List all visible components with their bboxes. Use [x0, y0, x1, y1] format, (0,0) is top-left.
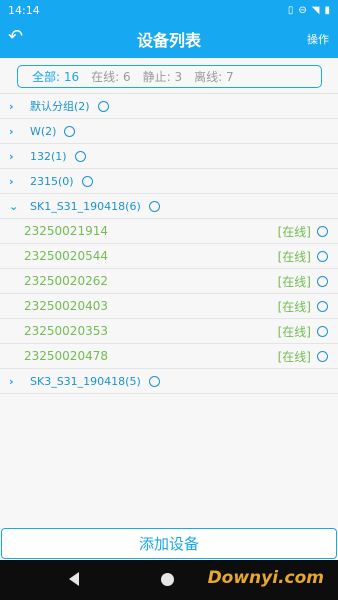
back-arrow-icon[interactable]: ↶ [8, 28, 23, 46]
select-circle-icon[interactable] [81, 175, 93, 187]
select-circle-icon[interactable] [317, 300, 328, 312]
device-list: › 默认分组(2) › W(2) › 132(1) › 2315(0) ⌄ SK… [0, 94, 338, 394]
filter-all[interactable]: 全部: 16 [32, 68, 79, 85]
group-name: 默认分组(2) [30, 100, 90, 113]
device-row[interactable]: 23250020478 [在线] [0, 344, 338, 369]
device-row[interactable]: 23250020544 [在线] [0, 244, 338, 269]
filter-offline[interactable]: 离线: 7 [194, 68, 234, 85]
device-id: 23250020353 [24, 324, 108, 338]
select-circle-icon[interactable] [148, 200, 160, 212]
page-title: 设备列表 [136, 31, 201, 50]
chevron-right-icon: › [9, 174, 14, 188]
group-row-sk1[interactable]: ⌄ SK1_S31_190418(6) [0, 194, 338, 219]
operate-button[interactable]: 操作 [307, 31, 329, 47]
chevron-down-icon: ⌄ [9, 199, 19, 213]
select-circle-icon[interactable] [317, 250, 328, 262]
status-time: 14:14 [8, 3, 40, 17]
battery-icon: ▮ [324, 4, 330, 16]
device-status: [在线] [277, 324, 311, 339]
select-circle-icon[interactable] [317, 350, 328, 362]
group-row-w[interactable]: › W(2) [0, 119, 338, 144]
add-device-button[interactable]: 添加设备 [1, 528, 337, 559]
device-status: [在线] [277, 299, 311, 314]
group-name: SK1_S31_190418(6) [30, 199, 141, 213]
select-circle-icon[interactable] [64, 125, 76, 137]
group-name: 132(1) [30, 149, 67, 163]
group-row-sk3[interactable]: › SK3_S31_190418(5) [0, 369, 338, 394]
nav-home-icon[interactable] [161, 573, 174, 586]
wifi-icon: ◥ [311, 4, 320, 16]
device-id: 23250020544 [24, 249, 108, 263]
minus-circle-icon: ⊖ [298, 4, 307, 16]
group-row-2315[interactable]: › 2315(0) [0, 169, 338, 194]
status-icons: ▯ ⊖ ◥ ▮ [288, 5, 330, 16]
device-id: 23250020403 [24, 299, 108, 313]
select-circle-icon[interactable] [317, 275, 328, 287]
status-filter: 全部: 16 在线: 6 静止: 3 离线: 7 [17, 65, 322, 88]
filter-bar: 全部: 16 在线: 6 静止: 3 离线: 7 [0, 58, 338, 94]
device-row[interactable]: 23250020403 [在线] [0, 294, 338, 319]
device-status: [在线] [277, 274, 311, 289]
device-status: [在线] [277, 224, 311, 239]
select-circle-icon[interactable] [317, 325, 328, 337]
device-id: 23250020478 [24, 349, 108, 363]
filter-static[interactable]: 静止: 3 [143, 68, 183, 85]
device-id: 23250020262 [24, 274, 108, 288]
system-nav-bar: Downyi.com [0, 560, 338, 600]
chevron-right-icon: › [9, 149, 14, 163]
select-circle-icon[interactable] [74, 150, 86, 162]
vibrate-icon: ▯ [287, 4, 294, 16]
status-bar: 14:14 ▯ ⊖ ◥ ▮ [0, 0, 338, 20]
group-name: 2315(0) [30, 174, 74, 188]
device-status: [在线] [277, 249, 311, 264]
chevron-right-icon: › [9, 374, 14, 388]
watermark: Downyi.com [207, 568, 324, 588]
group-row-default[interactable]: › 默认分组(2) [0, 94, 338, 119]
device-row[interactable]: 23250020353 [在线] [0, 319, 338, 344]
device-id: 23250021914 [24, 224, 108, 238]
device-status: [在线] [277, 349, 311, 364]
group-name: W(2) [30, 124, 57, 138]
chevron-right-icon: › [9, 124, 14, 138]
device-row[interactable]: 23250020262 [在线] [0, 269, 338, 294]
select-circle-icon[interactable] [317, 225, 328, 237]
chevron-right-icon: › [9, 99, 14, 113]
device-row[interactable]: 23250021914 [在线] [0, 219, 338, 244]
title-bar: ↶ 设备列表 操作 [0, 20, 338, 58]
select-circle-icon[interactable] [148, 375, 160, 387]
filter-online[interactable]: 在线: 6 [91, 68, 131, 85]
group-row-132[interactable]: › 132(1) [0, 144, 338, 169]
group-name: SK3_S31_190418(5) [30, 374, 141, 388]
select-circle-icon[interactable] [97, 100, 109, 112]
nav-back-icon[interactable] [69, 572, 79, 586]
